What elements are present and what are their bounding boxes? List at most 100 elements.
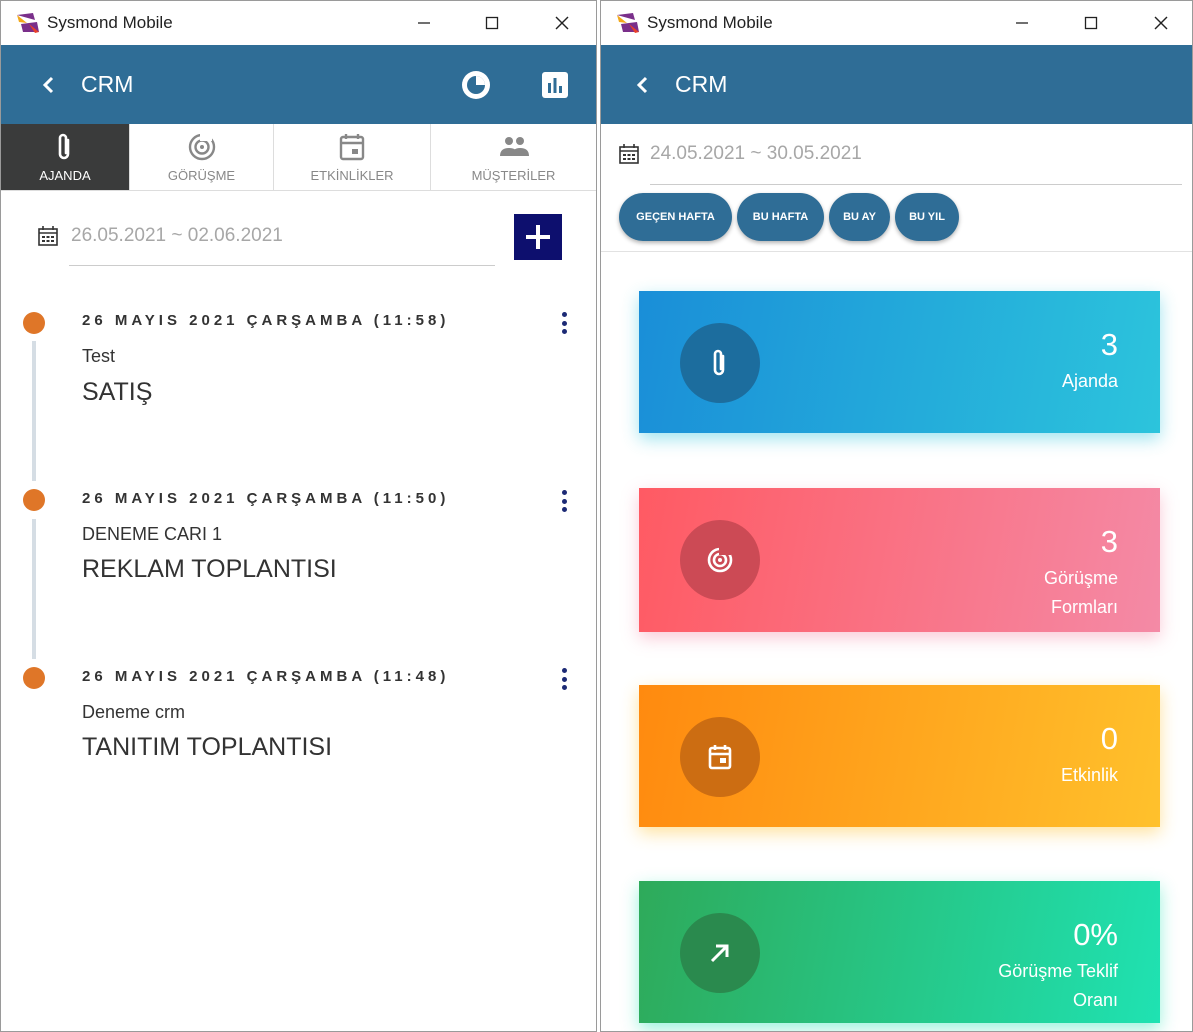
page-title: CRM: [675, 71, 728, 97]
bar-chart-button[interactable]: [537, 67, 573, 103]
tab-ajanda[interactable]: AJANDA: [1, 124, 130, 190]
pie-chart-icon: [462, 71, 490, 99]
filter-this-month[interactable]: BU AY: [829, 193, 890, 241]
window-title: Sysmond Mobile: [47, 13, 173, 32]
plus-icon: [526, 225, 550, 249]
back-button[interactable]: [33, 70, 63, 100]
maximize-button[interactable]: [1068, 1, 1114, 45]
calendar-icon: [339, 133, 365, 160]
stat-card-etkinlik[interactable]: 0 Etkinlik: [639, 685, 1160, 827]
stat-value: 3: [1100, 327, 1118, 362]
bar-chart-icon: [542, 72, 568, 98]
filter-this-week[interactable]: BU HAFTA: [737, 193, 824, 241]
entry-title[interactable]: TANITIM TOPLANTISI: [82, 733, 332, 762]
maximize-icon: [485, 16, 499, 30]
calendar-small-icon: [619, 144, 639, 164]
tab-label: ETKİNLİKLER: [310, 167, 394, 183]
entry-subtitle: Deneme crm: [82, 702, 186, 722]
window-title: Sysmond Mobile: [647, 13, 773, 32]
app-logo-icon: [17, 13, 39, 33]
entry-subtitle: Test: [82, 346, 116, 366]
date-range-text: 26.05.2021 ~ 02.06.2021: [71, 225, 283, 246]
minimize-icon: [1016, 22, 1028, 24]
stat-value: 3: [1100, 524, 1118, 559]
entry-date: 26 MAYIS 2021 ÇARŞAMBA (11:58): [82, 312, 450, 329]
entry-subtitle: DENEME CARI 1: [82, 524, 223, 544]
left-window: Sysmond Mobile CRM AJANDA GÖRÜŞME ETKİNL…: [0, 0, 597, 1032]
paperclip-icon: [58, 133, 70, 159]
more-options-button[interactable]: [556, 488, 572, 514]
title-bar: Sysmond Mobile: [1, 1, 596, 45]
close-button[interactable]: [1138, 1, 1184, 45]
stat-label: Görüşme Formları: [1043, 568, 1118, 617]
right-window: Sysmond Mobile CRM 24.05.2021 ~ 30.05.20…: [600, 0, 1193, 1032]
card-icon-circle: [680, 520, 760, 600]
entry-date: 26 MAYIS 2021 ÇARŞAMBA (11:50): [82, 490, 450, 507]
target-icon: [707, 547, 733, 573]
stat-card-ajanda[interactable]: 3 Ajanda: [639, 291, 1160, 433]
maximize-icon: [1084, 16, 1098, 30]
timeline-dot: [23, 489, 45, 511]
pie-chart-button[interactable]: [458, 67, 494, 103]
target-icon: [188, 132, 215, 160]
minimize-button[interactable]: [999, 1, 1045, 45]
card-icon-circle: [680, 323, 760, 403]
app-logo-icon: [617, 13, 639, 33]
more-vert-icon: [561, 668, 567, 673]
minimize-button[interactable]: [401, 1, 447, 45]
date-underline: [650, 184, 1182, 185]
app-bar: CRM: [1, 45, 596, 124]
period-filters: GEÇEN HAFTA BU HAFTA BU AY BU YIL: [619, 193, 959, 241]
timeline-dot: [23, 312, 45, 334]
page-title: CRM: [81, 71, 134, 97]
arrow-up-right-icon: [710, 944, 729, 963]
card-icon-circle: [680, 913, 760, 993]
date-underline: [69, 265, 495, 266]
entry-date: 26 MAYIS 2021 ÇARŞAMBA (11:48): [82, 668, 450, 685]
stat-label: Etkinlik: [1060, 765, 1118, 785]
maximize-button[interactable]: [469, 1, 515, 45]
close-button[interactable]: [539, 1, 585, 45]
timeline-line: [32, 519, 36, 659]
tab-etkinlikler[interactable]: ETKİNLİKLER: [274, 124, 431, 190]
stat-card-teklif-orani[interactable]: 0% Görüşme Teklif Oranı: [639, 881, 1160, 1023]
more-vert-icon: [561, 312, 567, 317]
date-range-field[interactable]: 26.05.2021 ~ 02.06.2021: [37, 225, 283, 247]
app-bar: CRM: [601, 45, 1192, 124]
card-icon-circle: [680, 717, 760, 797]
tab-musteriler[interactable]: MÜŞTERİLER: [431, 124, 596, 190]
title-bar: Sysmond Mobile: [601, 1, 1192, 45]
tab-bar: AJANDA GÖRÜŞME ETKİNLİKLER MÜŞTERİLER: [1, 124, 596, 191]
tab-gorusme[interactable]: GÖRÜŞME: [130, 124, 274, 190]
close-icon: [1154, 16, 1168, 30]
more-options-button[interactable]: [556, 310, 572, 336]
divider: [601, 251, 1192, 252]
people-icon: [499, 136, 529, 156]
date-range-text: 24.05.2021 ~ 30.05.2021: [650, 143, 862, 164]
close-icon: [555, 16, 569, 30]
tab-label: AJANDA: [39, 167, 91, 183]
minimize-icon: [418, 22, 430, 24]
stat-label: Ajanda: [1061, 371, 1118, 391]
tab-label: GÖRÜŞME: [167, 167, 236, 183]
stat-card-gorusme[interactable]: 3 Görüşme Formları: [639, 488, 1160, 632]
entry-title[interactable]: SATIŞ: [82, 378, 152, 407]
stat-label: Görüşme Teklif Oranı: [998, 961, 1118, 1010]
timeline-line: [32, 341, 36, 481]
calendar-small-icon: [38, 226, 58, 246]
tab-label: MÜŞTERİLER: [471, 167, 556, 183]
paperclip-icon: [713, 349, 725, 376]
filter-this-year[interactable]: BU YIL: [895, 193, 959, 241]
stat-value: 0: [1100, 721, 1118, 756]
stat-value: 0%: [1073, 917, 1118, 952]
chevron-left-icon: [42, 76, 54, 93]
add-button[interactable]: [514, 214, 562, 260]
more-options-button[interactable]: [556, 666, 572, 692]
back-button[interactable]: [627, 70, 657, 100]
chevron-left-icon: [636, 76, 648, 93]
calendar-icon: [708, 745, 732, 770]
entry-title[interactable]: REKLAM TOPLANTISI: [82, 555, 337, 584]
filter-last-week[interactable]: GEÇEN HAFTA: [619, 193, 732, 241]
date-range-field[interactable]: 24.05.2021 ~ 30.05.2021: [618, 143, 862, 165]
more-vert-icon: [561, 490, 567, 495]
